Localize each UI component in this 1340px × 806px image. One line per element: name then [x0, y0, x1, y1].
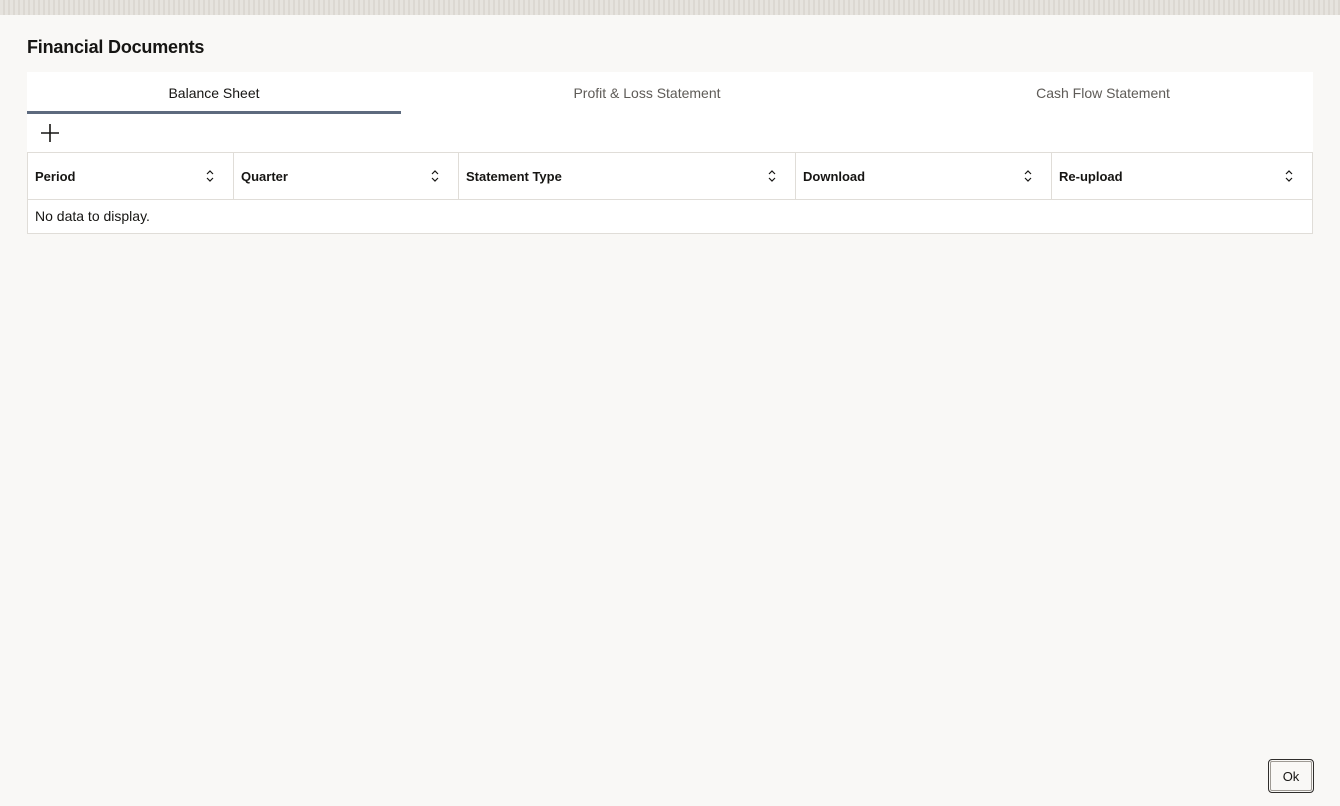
tab-bar: Balance Sheet Profit & Loss Statement Ca… — [27, 72, 1313, 114]
column-header-re-upload[interactable]: Re-upload — [1052, 153, 1312, 199]
column-header-label: Re-upload — [1059, 168, 1123, 184]
table-header: Period Quarter Statement Type Download R… — [28, 153, 1312, 200]
table-toolbar — [27, 114, 1313, 152]
sort-updown-icon[interactable] — [205, 169, 215, 183]
sort-updown-icon[interactable] — [767, 169, 777, 183]
page-title: Financial Documents — [27, 37, 205, 57]
top-decorative-strip — [0, 0, 1340, 15]
sort-updown-icon[interactable] — [1023, 169, 1033, 183]
column-header-label: Download — [803, 168, 866, 184]
tab-profit-loss-statement[interactable]: Profit & Loss Statement — [401, 72, 893, 114]
plus-icon — [41, 124, 59, 142]
column-header-download[interactable]: Download — [796, 153, 1052, 199]
column-header-quarter[interactable]: Quarter — [234, 153, 459, 199]
tab-cash-flow-statement[interactable]: Cash Flow Statement — [893, 72, 1313, 114]
column-header-period[interactable]: Period — [28, 153, 234, 199]
add-button[interactable] — [39, 122, 61, 144]
column-header-label: Period — [35, 168, 76, 184]
sort-updown-icon[interactable] — [430, 169, 440, 183]
ok-button[interactable]: Ok — [1268, 759, 1314, 793]
tab-balance-sheet[interactable]: Balance Sheet — [27, 72, 401, 114]
column-header-label: Statement Type — [466, 168, 562, 184]
sort-updown-icon[interactable] — [1284, 169, 1294, 183]
column-header-statement-type[interactable]: Statement Type — [459, 153, 796, 199]
empty-table-message: No data to display. — [35, 208, 150, 224]
financial-documents-table: Period Quarter Statement Type Download R… — [27, 152, 1313, 234]
column-header-label: Quarter — [241, 168, 288, 184]
